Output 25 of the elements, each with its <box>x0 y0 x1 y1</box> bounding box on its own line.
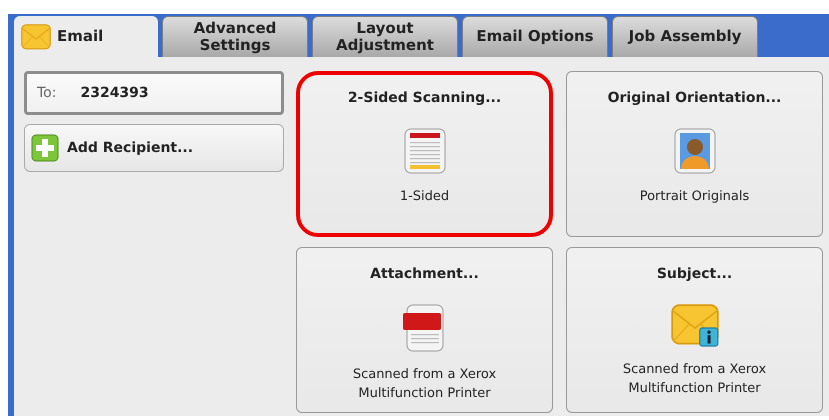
tab[interactable]: Layout Adjustment <box>312 16 458 57</box>
field-label: To: <box>37 85 56 101</box>
add-recipient-button[interactable]: Add Recipient... <box>24 124 284 172</box>
setting-tile[interactable]: 2-Sided Scanning... 1-Sided <box>296 71 553 237</box>
person-icon <box>674 128 716 174</box>
tab[interactable]: Email Options <box>462 16 608 57</box>
tile-value: Portrait Originals <box>640 188 750 206</box>
envelope-info-icon <box>670 304 718 348</box>
tab[interactable]: Job Assembly <box>612 16 758 57</box>
document-icon <box>404 128 446 174</box>
tile-value: Scanned from a Xerox Multifunction Printer <box>622 361 766 398</box>
plus-icon <box>31 134 59 162</box>
setting-tile[interactable]: Original Orientation... Portrait Originals <box>566 71 823 237</box>
tile-value: 1-Sided <box>400 188 450 206</box>
recipient-field[interactable]: To: 2324393 <box>24 71 284 115</box>
tab[interactable]: Advanced Settings <box>162 16 308 57</box>
tile-title: Attachment... <box>370 266 479 282</box>
field-value: 2324393 <box>80 85 149 101</box>
tile-title: Original Orientation... <box>608 90 782 106</box>
tile-title: Subject... <box>656 266 732 282</box>
tile-value: Scanned from a Xerox Multifunction Printer <box>352 366 496 403</box>
tab[interactable]: Email <box>14 16 158 57</box>
tile-title: 2-Sided Scanning... <box>348 90 502 106</box>
setting-tile[interactable]: Attachment... Scanned from a Xerox Multifunction Printer <box>296 247 553 413</box>
setting-tile[interactable]: Subject... Scanned from a Xerox Multifunction Printer <box>566 247 823 413</box>
